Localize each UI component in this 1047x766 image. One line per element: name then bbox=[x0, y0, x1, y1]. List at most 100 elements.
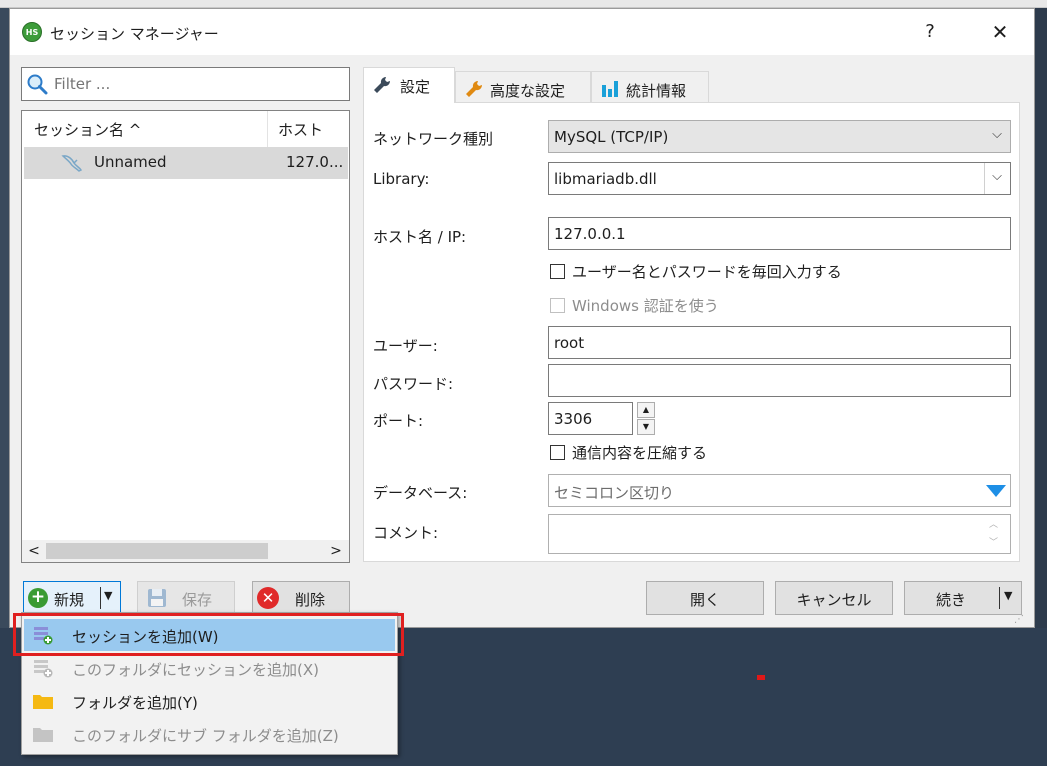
save-button-label: 保存 bbox=[182, 591, 213, 609]
split-divider bbox=[999, 587, 1000, 609]
delete-button[interactable]: ✕ 削除 bbox=[252, 581, 350, 615]
heidisql-app-icon: HS bbox=[22, 22, 42, 42]
tab-settings[interactable]: 設定 bbox=[363, 67, 455, 103]
session-manager-dialog: HS セッション マネージャー ? ✕ セッション名 ^ ホスト Unnamed… bbox=[9, 8, 1035, 628]
split-divider bbox=[100, 587, 101, 609]
wrench-icon bbox=[374, 76, 391, 93]
bar-chart-icon bbox=[602, 81, 618, 97]
library-value: libmariadb.dll bbox=[554, 170, 657, 188]
host-input[interactable]: 127.0.0.1 bbox=[548, 217, 1011, 250]
tab-statistics[interactable]: 統計情報 bbox=[591, 71, 709, 103]
port-label: ポート: bbox=[373, 412, 424, 430]
network-type-select[interactable]: MySQL (TCP/IP) ⌵ bbox=[548, 120, 1011, 153]
close-button[interactable]: ✕ bbox=[980, 17, 1020, 47]
scroll-thumb[interactable] bbox=[46, 543, 268, 559]
background-desktop-right bbox=[1035, 8, 1047, 628]
port-input[interactable]: 3306 bbox=[548, 402, 633, 435]
continue-button-label: 続き bbox=[935, 591, 966, 609]
password-input[interactable] bbox=[548, 364, 1011, 397]
session-host: 127.0... bbox=[286, 153, 344, 171]
password-label: パスワード: bbox=[373, 375, 454, 393]
database-label: データベース: bbox=[373, 484, 468, 502]
compress-label: 通信内容を圧縮する bbox=[572, 444, 708, 462]
scroll-left-icon[interactable]: < bbox=[26, 542, 42, 560]
open-button[interactable]: 開く bbox=[646, 581, 764, 615]
tab-advanced-label: 高度な設定 bbox=[490, 82, 566, 100]
port-up-icon[interactable]: ▲ bbox=[637, 402, 655, 418]
checkbox-box[interactable] bbox=[550, 445, 565, 460]
scroll-up-icon[interactable]: ︿ bbox=[989, 517, 998, 530]
menu-item-add-folder[interactable]: フォルダを追加(Y) bbox=[24, 685, 395, 717]
user-input[interactable]: root bbox=[548, 326, 1011, 359]
compress-checkbox[interactable]: 通信内容を圧縮する bbox=[548, 442, 808, 464]
dropdown-arrow-icon[interactable]: ▼ bbox=[104, 589, 112, 602]
host-label: ホスト名 / IP: bbox=[373, 228, 467, 246]
open-button-label: 開く bbox=[689, 591, 720, 609]
red-highlight-box bbox=[13, 613, 404, 656]
port-down-icon[interactable]: ▼ bbox=[637, 419, 655, 435]
filter-input[interactable] bbox=[54, 74, 344, 94]
checkbox-box[interactable] bbox=[550, 298, 565, 313]
menu-item-label: フォルダを追加(Y) bbox=[72, 694, 198, 712]
user-label: ユーザー: bbox=[373, 337, 438, 355]
add-session-disabled-icon bbox=[34, 660, 53, 678]
tab-settings-label: 設定 bbox=[400, 78, 431, 96]
select-divider bbox=[984, 163, 985, 194]
prompt-credentials-label: ユーザー名とパスワードを毎回入力する bbox=[572, 263, 842, 281]
chevron-down-icon: ⌵ bbox=[992, 127, 1002, 142]
user-value: root bbox=[554, 334, 585, 352]
windows-auth-checkbox[interactable]: Windows 認証を使う bbox=[548, 295, 848, 317]
title-bar[interactable]: HS セッション マネージャー ? ✕ bbox=[10, 9, 1034, 55]
database-placeholder: セミコロン区切り bbox=[554, 484, 675, 502]
dropdown-triangle-icon[interactable] bbox=[985, 484, 1007, 498]
cancel-button-label: キャンセル bbox=[796, 591, 872, 609]
chevron-down-icon: ⌵ bbox=[992, 169, 1002, 184]
network-type-value: MySQL (TCP/IP) bbox=[554, 128, 669, 146]
host-value: 127.0.0.1 bbox=[554, 225, 626, 243]
red-marker bbox=[757, 675, 765, 680]
library-select[interactable]: libmariadb.dll ⌵ bbox=[548, 162, 1011, 195]
dropdown-arrow-icon[interactable]: ▼ bbox=[1004, 589, 1012, 602]
search-icon bbox=[27, 74, 48, 95]
plus-icon: + bbox=[28, 588, 48, 608]
scroll-right-icon[interactable]: > bbox=[328, 542, 344, 560]
tab-statistics-label: 統計情報 bbox=[626, 82, 687, 100]
new-button-label: 新規 bbox=[54, 591, 85, 609]
menu-item-add-session-to-folder[interactable]: このフォルダにセッションを追加(X) bbox=[24, 652, 395, 684]
floppy-disk-icon bbox=[148, 589, 166, 607]
folder-icon bbox=[33, 695, 53, 709]
cancel-button[interactable]: キャンセル bbox=[775, 581, 893, 615]
wrench-orange-icon bbox=[466, 80, 483, 97]
session-tree[interactable]: セッション名 ^ ホスト Unnamed 127.0... < > bbox=[21, 110, 350, 563]
mysql-dolphin-icon bbox=[61, 155, 83, 172]
network-type-label: ネットワーク種別 bbox=[373, 130, 494, 148]
filter-box[interactable] bbox=[21, 67, 350, 101]
scroll-down-icon[interactable]: ﹀ bbox=[989, 535, 998, 548]
library-label: Library: bbox=[373, 170, 430, 188]
comment-textarea[interactable]: ︿ ﹀ bbox=[548, 514, 1011, 554]
menu-item-label: このフォルダにサブ フォルダを追加(Z) bbox=[72, 727, 339, 745]
checkbox-box[interactable] bbox=[550, 264, 565, 279]
tab-advanced-settings[interactable]: 高度な設定 bbox=[455, 71, 591, 103]
column-header-session-name[interactable]: セッション名 ^ bbox=[22, 111, 268, 147]
windows-auth-label: Windows 認証を使う bbox=[572, 297, 719, 315]
window-title: セッション マネージャー bbox=[50, 25, 219, 43]
column-header-host[interactable]: ホスト bbox=[268, 111, 350, 147]
delete-icon: ✕ bbox=[257, 587, 279, 609]
resize-grip-icon[interactable]: ⋰ bbox=[1014, 613, 1028, 627]
database-select[interactable]: セミコロン区切り bbox=[548, 474, 1011, 507]
background-taskbar bbox=[0, 0, 1047, 8]
port-value: 3306 bbox=[554, 410, 593, 428]
help-button[interactable]: ? bbox=[910, 17, 950, 47]
continue-button[interactable]: 続き ▼ bbox=[904, 581, 1022, 615]
menu-item-label: このフォルダにセッションを追加(X) bbox=[72, 661, 319, 679]
delete-button-label: 削除 bbox=[295, 591, 326, 609]
save-button[interactable]: 保存 bbox=[137, 581, 235, 615]
comment-label: コメント: bbox=[373, 524, 439, 542]
prompt-credentials-checkbox[interactable]: ユーザー名とパスワードを毎回入力する bbox=[548, 261, 968, 283]
new-button[interactable]: + 新規 ▼ bbox=[23, 581, 121, 615]
folder-disabled-icon bbox=[33, 728, 53, 742]
session-row[interactable]: Unnamed 127.0... bbox=[24, 147, 348, 179]
menu-item-add-subfolder[interactable]: このフォルダにサブ フォルダを追加(Z) bbox=[24, 718, 395, 750]
horizontal-scrollbar[interactable]: < > bbox=[22, 540, 349, 562]
